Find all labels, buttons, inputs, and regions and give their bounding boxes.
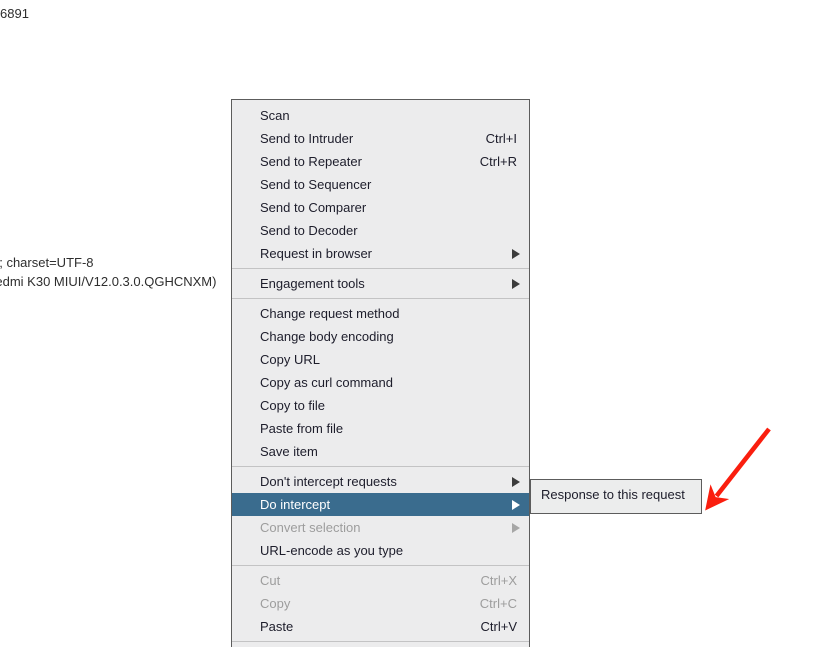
- menu-item-paste-from-file[interactable]: Paste from file: [232, 417, 529, 440]
- menu-item-label: Paste: [260, 619, 294, 634]
- menu-item-label: Change request method: [260, 306, 400, 321]
- menu-item-label: Scan: [260, 108, 290, 123]
- menu-item-label: Response to this request: [541, 487, 685, 502]
- menu-item-do-intercept[interactable]: Do intercept: [232, 493, 529, 516]
- menu-separator: [232, 268, 529, 269]
- menu-item-label: Send to Intruder: [260, 131, 354, 146]
- chevron-right-icon: [512, 272, 520, 295]
- menu-item-label: Send to Decoder: [260, 223, 358, 238]
- menu-item-save-item[interactable]: Save item: [232, 440, 529, 463]
- menu-separator: [232, 466, 529, 467]
- menu-item-label: Send to Repeater: [260, 154, 362, 169]
- background-text-line: 6891: [0, 6, 29, 21]
- menu-item-engagement-tools[interactable]: Engagement tools: [232, 272, 529, 295]
- menu-separator: [232, 565, 529, 566]
- menu-item-label: Request in browser: [260, 246, 372, 261]
- menu-item-label: Copy to file: [260, 398, 326, 413]
- menu-item-copy-url[interactable]: Copy URL: [232, 348, 529, 371]
- menu-item-shortcut: Ctrl+V: [480, 619, 517, 634]
- menu-item-label: Cut: [260, 573, 281, 588]
- menu-item-convert-selection: Convert selection: [232, 516, 529, 539]
- red-callout-arrow: [705, 427, 771, 511]
- menu-item-copy-as-curl-command[interactable]: Copy as curl command: [232, 371, 529, 394]
- menu-item-paste[interactable]: Paste Ctrl+V: [232, 615, 529, 638]
- chevron-right-icon: [512, 470, 520, 493]
- menu-item-send-to-repeater[interactable]: Send to Repeater Ctrl+R: [232, 150, 529, 173]
- menu-item-shortcut: Ctrl+X: [480, 573, 517, 588]
- menu-separator: [232, 641, 529, 642]
- menu-item-label: Copy: [260, 596, 291, 611]
- menu-item-don-t-intercept-requests[interactable]: Don't intercept requests: [232, 470, 529, 493]
- menu-item-request-in-browser[interactable]: Request in browser: [232, 242, 529, 265]
- menu-item-response-to-this-request[interactable]: Response to this request: [531, 483, 701, 506]
- menu-item-send-to-comparer[interactable]: Send to Comparer: [232, 196, 529, 219]
- menu-item-change-request-method[interactable]: Change request method: [232, 302, 529, 325]
- chevron-right-icon: [512, 493, 520, 516]
- menu-item-label: Do intercept: [260, 497, 331, 512]
- menu-item-cut: Cut Ctrl+X: [232, 569, 529, 592]
- menu-item-label: Don't intercept requests: [260, 474, 397, 489]
- menu-item-shortcut: Ctrl+C: [479, 596, 517, 611]
- menu-item-label: Send to Sequencer: [260, 177, 372, 192]
- menu-item-label: Copy as curl command: [260, 375, 393, 390]
- menu-item-copy: Copy Ctrl+C: [232, 592, 529, 615]
- screen-root: 6891 d; charset=UTF-8 Redmi K30 MIUI/V12…: [0, 0, 819, 647]
- menu-item-label: Copy URL: [260, 352, 320, 367]
- chevron-right-icon: [512, 516, 520, 539]
- menu-item-send-to-intruder[interactable]: Send to Intruder Ctrl+I: [232, 127, 529, 150]
- menu-item-label: URL-encode as you type: [260, 543, 404, 558]
- menu-item-label: Send to Comparer: [260, 200, 367, 215]
- menu-item-send-to-sequencer[interactable]: Send to Sequencer: [232, 173, 529, 196]
- menu-item-copy-to-file[interactable]: Copy to file: [232, 394, 529, 417]
- menu-item-label: Engagement tools: [260, 276, 365, 291]
- background-text-line: Redmi K30 MIUI/V12.0.3.0.QGHCNXM): [0, 274, 217, 289]
- menu-item-label: Convert selection: [260, 520, 361, 535]
- menu-item-label: Save item: [260, 444, 318, 459]
- menu-item-url-encode-as-you-type[interactable]: URL-encode as you type: [232, 539, 529, 562]
- background-text-line: d; charset=UTF-8: [0, 255, 94, 270]
- menu-separator: [232, 298, 529, 299]
- menu-item-send-to-decoder[interactable]: Send to Decoder: [232, 219, 529, 242]
- menu-item-label: Change body encoding: [260, 329, 394, 344]
- context-menu[interactable]: Scan Send to Intruder Ctrl+I Send to Repeat…: [231, 99, 530, 647]
- chevron-right-icon: [512, 242, 520, 265]
- menu-item-shortcut: Ctrl+I: [485, 131, 517, 146]
- menu-item-scan[interactable]: Scan: [232, 104, 529, 127]
- menu-item-change-body-encoding[interactable]: Change body encoding: [232, 325, 529, 348]
- menu-item-label: Paste from file: [260, 421, 344, 436]
- menu-item-shortcut: Ctrl+R: [479, 154, 517, 169]
- do-intercept-submenu[interactable]: Response to this request: [530, 479, 702, 514]
